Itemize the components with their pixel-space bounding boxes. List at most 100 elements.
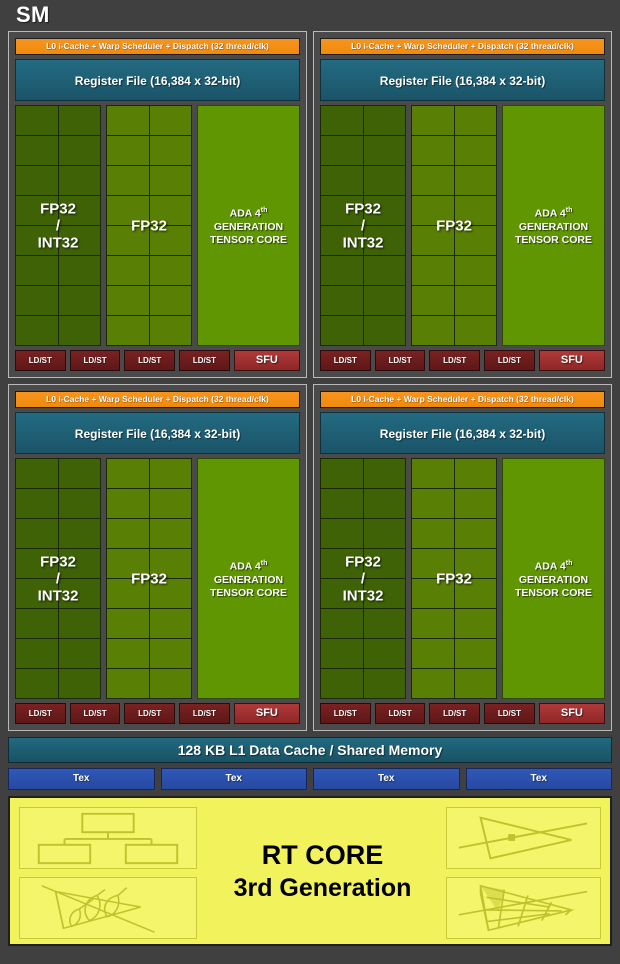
rt-core-title: RT CORE	[261, 840, 384, 870]
core-unit	[107, 639, 149, 668]
core-unit	[412, 226, 454, 255]
partition-grid: L0 i-Cache + Warp Scheduler + Dispatch (…	[8, 31, 612, 731]
core-unit	[58, 549, 100, 578]
core-unit	[149, 519, 191, 548]
ldst-unit: LD/ST	[429, 703, 481, 724]
ray-triangle-intersection-icon	[446, 807, 601, 869]
core-area: FP32 / INT32 FP32 ADA 4th GENERATION TEN…	[15, 105, 300, 346]
core-unit	[454, 106, 496, 135]
core-unit	[149, 196, 191, 225]
core-unit	[149, 579, 191, 608]
ldst-unit: LD/ST	[179, 350, 230, 371]
core-unit	[16, 256, 58, 285]
tensor-core-block: ADA 4th GENERATION TENSOR CORE	[502, 458, 605, 699]
tensor-core-line3: TENSOR CORE	[209, 587, 287, 599]
core-unit	[107, 489, 149, 518]
core-unit	[412, 166, 454, 195]
core-unit	[58, 639, 100, 668]
tensor-core-line1: ADA 4	[229, 560, 261, 572]
core-unit	[412, 609, 454, 638]
core-unit	[454, 639, 496, 668]
ldst-sfu-row: LD/ST LD/ST LD/ST LD/ST SFU	[15, 350, 301, 371]
core-unit	[321, 549, 363, 578]
core-unit	[412, 286, 454, 315]
ldst-sfu-row: LD/ST LD/ST LD/ST LD/ST SFU	[320, 350, 606, 371]
sm-partition-2[interactable]: L0 i-Cache + Warp Scheduler + Dispatch (…	[313, 31, 612, 378]
core-unit	[363, 489, 405, 518]
ldst-unit: LD/ST	[374, 350, 426, 371]
core-unit	[58, 459, 100, 488]
core-unit	[363, 166, 405, 195]
core-unit	[321, 609, 363, 638]
page-title: SM	[16, 2, 50, 27]
core-unit	[107, 459, 149, 488]
core-unit	[107, 316, 149, 345]
l0-icache-warp-scheduler-dispatch-bar: L0 i-Cache + Warp Scheduler + Dispatch (…	[320, 391, 605, 408]
core-unit	[58, 196, 100, 225]
tex-unit-row: Tex Tex Tex Tex	[8, 768, 612, 790]
fp32-core-grid: FP32	[106, 105, 192, 346]
core-unit	[58, 286, 100, 315]
tensor-core-ordinal-suffix: th	[565, 206, 573, 214]
core-unit	[58, 579, 100, 608]
ldst-unit: LD/ST	[484, 703, 535, 724]
core-unit	[16, 316, 58, 345]
core-unit	[363, 196, 405, 225]
core-unit	[16, 579, 58, 608]
core-unit	[321, 256, 363, 285]
fp32-core-grid: FP32	[411, 105, 497, 346]
core-unit	[321, 669, 363, 698]
sm-partition-3[interactable]: L0 i-Cache + Warp Scheduler + Dispatch (…	[8, 384, 307, 731]
rt-core-block: RT CORE 3rd Generation	[8, 796, 612, 946]
core-unit	[58, 609, 100, 638]
core-unit	[412, 489, 454, 518]
core-unit	[454, 519, 496, 548]
ldst-unit: LD/ST	[69, 703, 121, 724]
core-unit	[321, 196, 363, 225]
tensor-core-line1: ADA 4	[534, 560, 566, 572]
core-unit	[321, 106, 363, 135]
core-unit	[16, 519, 58, 548]
core-unit	[363, 549, 405, 578]
core-unit	[58, 226, 100, 255]
core-unit	[107, 549, 149, 578]
sm-partition-1[interactable]: L0 i-Cache + Warp Scheduler + Dispatch (…	[8, 31, 307, 378]
core-unit	[363, 256, 405, 285]
core-unit	[454, 316, 496, 345]
core-unit	[321, 316, 363, 345]
core-unit	[107, 196, 149, 225]
tensor-core-label: ADA 4th GENERATION TENSOR CORE	[503, 204, 604, 248]
tex-unit: Tex	[8, 768, 155, 790]
core-unit	[58, 489, 100, 518]
core-unit	[58, 136, 100, 165]
core-unit	[58, 166, 100, 195]
core-unit	[412, 316, 454, 345]
core-unit	[107, 106, 149, 135]
core-unit	[149, 136, 191, 165]
core-unit	[149, 609, 191, 638]
l0-icache-warp-scheduler-dispatch-bar: L0 i-Cache + Warp Scheduler + Dispatch (…	[320, 38, 605, 55]
tensor-core-line3: TENSOR CORE	[514, 234, 592, 246]
core-unit	[16, 106, 58, 135]
core-unit	[58, 519, 100, 548]
opacity-micromap-icon	[446, 877, 601, 939]
sfu-unit: SFU	[538, 350, 606, 371]
core-unit	[363, 519, 405, 548]
fp32-int32-core-grid: FP32 / INT32	[15, 105, 101, 346]
core-unit	[454, 256, 496, 285]
l0-icache-warp-scheduler-dispatch-bar: L0 i-Cache + Warp Scheduler + Dispatch (…	[15, 391, 300, 408]
register-file-block: Register File (16,384 x 32-bit)	[320, 412, 605, 454]
sm-partition-4[interactable]: L0 i-Cache + Warp Scheduler + Dispatch (…	[313, 384, 612, 731]
core-unit	[107, 166, 149, 195]
core-unit	[454, 286, 496, 315]
core-unit	[107, 519, 149, 548]
tex-unit: Tex	[313, 768, 460, 790]
rt-core-label: RT CORE 3rd Generation	[205, 838, 440, 904]
tensor-core-line3: TENSOR CORE	[514, 587, 592, 599]
core-unit	[149, 286, 191, 315]
l1-data-cache-block: 128 KB L1 Data Cache / Shared Memory	[8, 737, 612, 763]
core-unit	[149, 489, 191, 518]
core-unit	[321, 136, 363, 165]
core-area: FP32 / INT32 FP32 ADA 4th GENERATION TEN…	[320, 458, 605, 699]
bvh-tree-icon	[19, 807, 197, 869]
